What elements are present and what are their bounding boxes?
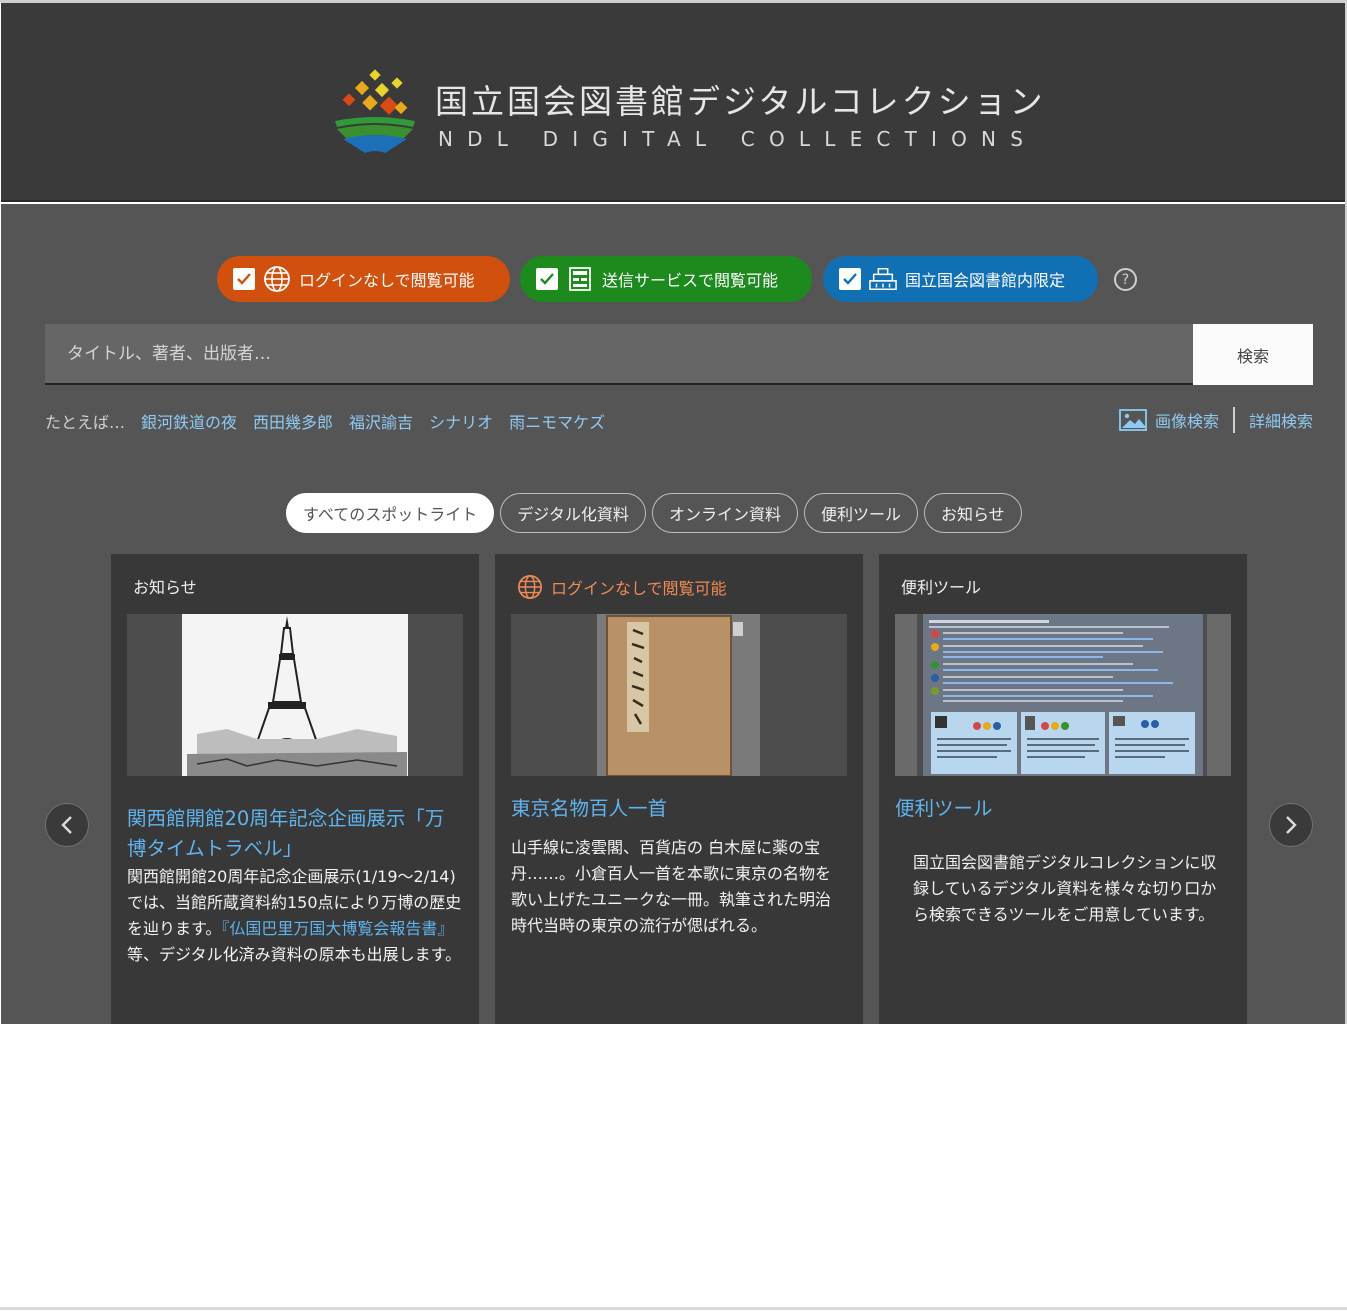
chevron-right-icon bbox=[1286, 816, 1297, 834]
tab-tools[interactable]: 便利ツール bbox=[803, 493, 918, 533]
card-title[interactable]: 関西館開館20周年記念企画展示「万博タイムトラベル」 bbox=[127, 804, 463, 864]
help-icon[interactable]: ? bbox=[1114, 268, 1137, 291]
example-link[interactable]: 銀河鉄道の夜 bbox=[141, 409, 237, 433]
example-link[interactable]: シナリオ bbox=[429, 409, 493, 433]
card-category: 便利ツール bbox=[901, 578, 982, 597]
search-input[interactable] bbox=[45, 324, 1193, 385]
chevron-left-icon bbox=[61, 816, 72, 834]
filter-transmission-service[interactable]: 送信サービスで閲覧可能 bbox=[520, 256, 812, 302]
checkbox-checked-icon[interactable] bbox=[233, 268, 255, 290]
card-image[interactable] bbox=[127, 614, 463, 776]
link-divider bbox=[1232, 407, 1235, 433]
card-image[interactable] bbox=[895, 614, 1231, 776]
example-link[interactable]: 雨ニモマケズ bbox=[509, 409, 605, 433]
tab-online[interactable]: オンライン資料 bbox=[651, 493, 798, 533]
advanced-search-links: 画像検索 詳細検索 bbox=[1119, 407, 1313, 433]
spotlight-tabs: すべてのスポットライト デジタル化資料 オンライン資料 便利ツール お知らせ bbox=[286, 493, 1022, 533]
site-title-en[interactable]: NDL DIGITAL COLLECTIONS bbox=[438, 127, 1037, 151]
tab-news[interactable]: お知らせ bbox=[923, 493, 1022, 533]
globe-icon bbox=[263, 265, 291, 293]
example-link[interactable]: 福沢諭吉 bbox=[349, 409, 413, 433]
card-description: 山手線に凌雲閣、百貨店の 白木屋に薬の宝丹……。小倉百人一首を本歌に東京の名物を… bbox=[511, 838, 832, 935]
tab-all-spotlights[interactable]: すべてのスポットライト bbox=[286, 493, 495, 533]
card-desc-text: 等、デジタル化済み資料の原本も出展します。 bbox=[127, 945, 462, 964]
carousel-next-button[interactable] bbox=[1269, 803, 1313, 847]
filter-ndl-only[interactable]: 国立国会図書館内限定 bbox=[823, 256, 1098, 302]
search-examples: たとえば… 銀河鉄道の夜 西田幾多郎 福沢諭吉 シナリオ 雨ニモマケズ bbox=[45, 409, 605, 433]
tab-digitized[interactable]: デジタル化資料 bbox=[500, 493, 646, 533]
card-description: 国立国会図書館デジタルコレクションに収録しているデジタル資料を様々な切り口から検… bbox=[913, 853, 1217, 924]
globe-icon bbox=[518, 575, 542, 599]
spotlight-card[interactable]: 便利ツール 便利ツール 国立国会図書館デジタルコレクションに収録しているデジタル… bbox=[879, 554, 1247, 1024]
main-content: ログインなしで閲覧可能 送信サービスで閲覧可能 国立国会図書館内限定 ? 検索 … bbox=[1, 204, 1345, 1024]
card-category: ログインなしで閲覧可能 bbox=[551, 579, 727, 598]
carousel-prev-button[interactable] bbox=[45, 803, 89, 847]
window-bottom-border bbox=[0, 1307, 1347, 1310]
filter-label: 国立国会図書館内限定 bbox=[905, 271, 1066, 290]
filter-label: ログインなしで閲覧可能 bbox=[299, 271, 475, 290]
library-icon bbox=[869, 265, 897, 293]
card-image[interactable] bbox=[511, 614, 847, 776]
checkbox-checked-icon[interactable] bbox=[839, 268, 861, 290]
site-title-jp[interactable]: 国立国会図書館デジタルコレクション bbox=[435, 75, 1046, 123]
card-title[interactable]: 便利ツール bbox=[895, 794, 1231, 824]
card-description: 関西館開館20周年記念企画展示(1/19〜2/14)では、当館所蔵資料約150点… bbox=[127, 864, 465, 968]
card-title[interactable]: 東京名物百人一首 bbox=[511, 794, 847, 824]
card-category-row: ログインなしで閲覧可能 bbox=[517, 574, 727, 600]
filter-no-login[interactable]: ログインなしで閲覧可能 bbox=[217, 256, 510, 302]
ndl-logo-icon[interactable] bbox=[333, 69, 417, 155]
search-button[interactable]: 検索 bbox=[1193, 324, 1313, 385]
detail-search-link[interactable]: 詳細検索 bbox=[1249, 408, 1313, 432]
image-icon[interactable] bbox=[1119, 409, 1147, 431]
spotlight-card[interactable]: ログインなしで閲覧可能 東京名物百人一首 山手線に凌雲閣、百貨店の 白木屋に薬の… bbox=[495, 554, 863, 1024]
examples-lead: たとえば… bbox=[45, 413, 126, 432]
image-search-link[interactable]: 画像検索 bbox=[1155, 408, 1219, 432]
spotlight-card[interactable]: お知らせ 関西館開館20周年記念企画展示「万博タイムトラベル」 関西館開館20周… bbox=[111, 554, 479, 1024]
card-category: お知らせ bbox=[133, 578, 197, 597]
example-link[interactable]: 西田幾多郎 bbox=[253, 409, 333, 433]
checkbox-checked-icon[interactable] bbox=[536, 268, 558, 290]
filter-label: 送信サービスで閲覧可能 bbox=[602, 271, 779, 290]
building-icon bbox=[566, 265, 594, 293]
site-header: 国立国会図書館デジタルコレクション NDL DIGITAL COLLECTION… bbox=[1, 3, 1345, 202]
card-desc-link[interactable]: 『仏国巴里万国大博覧会報告書』 bbox=[221, 919, 453, 938]
